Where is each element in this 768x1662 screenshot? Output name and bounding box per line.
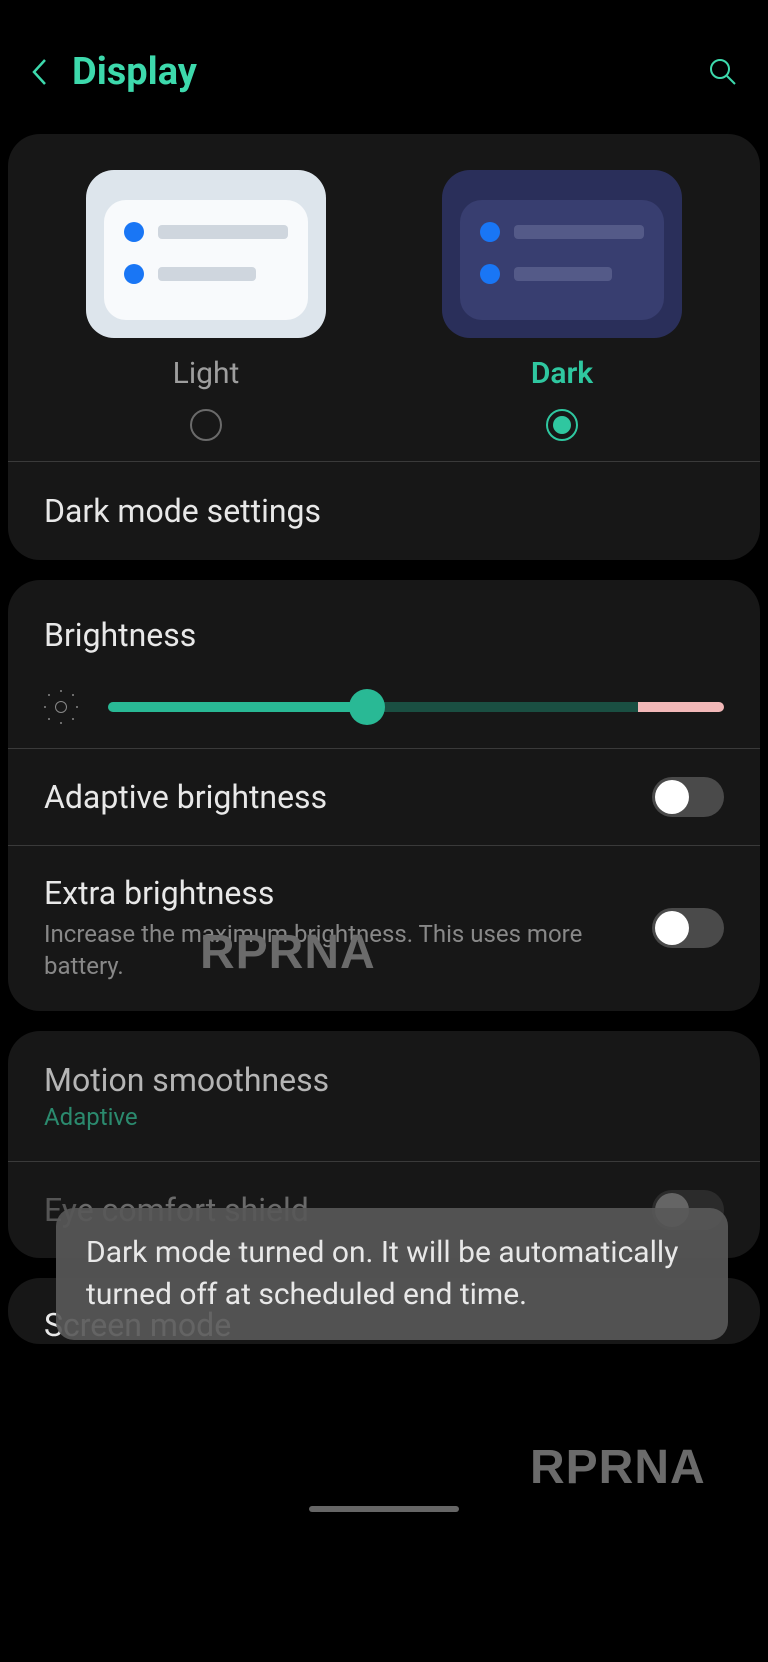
theme-option-dark[interactable]: Dark	[442, 170, 682, 441]
extra-brightness-label: Extra brightness	[44, 874, 652, 912]
page-title: Display	[72, 50, 197, 94]
brightness-section: Brightness	[8, 580, 760, 748]
motion-smoothness-value: Adaptive	[44, 1103, 724, 1131]
dark-mode-settings-label: Dark mode settings	[44, 492, 724, 530]
dark-label: Dark	[531, 356, 593, 391]
dark-preview-icon	[442, 170, 682, 338]
toast-notification: Dark mode turned on. It will be automati…	[56, 1208, 728, 1340]
brightness-title: Brightness	[44, 616, 724, 654]
brightness-slider-row	[44, 690, 724, 724]
brightness-slider[interactable]	[108, 702, 724, 712]
back-icon[interactable]	[30, 57, 48, 87]
light-preview-icon	[86, 170, 326, 338]
extra-brightness-item[interactable]: Extra brightness Increase the maximum br…	[8, 846, 760, 1011]
brightness-card: Brightness Adaptive brightness	[8, 580, 760, 1011]
light-radio[interactable]	[190, 409, 222, 441]
extra-brightness-subtitle: Increase the maximum brightness. This us…	[44, 918, 652, 983]
sun-icon	[44, 690, 78, 724]
motion-smoothness-item[interactable]: Motion smoothness Adaptive	[8, 1031, 760, 1161]
dark-radio[interactable]	[546, 409, 578, 441]
header-left: Display	[30, 50, 197, 94]
theme-selector: Light Dark	[8, 134, 760, 461]
adaptive-brightness-label: Adaptive brightness	[44, 778, 652, 816]
theme-option-light[interactable]: Light	[86, 170, 326, 441]
app-header: Display	[0, 0, 768, 124]
home-indicator[interactable]	[309, 1506, 459, 1512]
light-label: Light	[173, 356, 240, 391]
search-icon[interactable]	[708, 57, 738, 87]
dark-mode-settings-item[interactable]: Dark mode settings	[8, 462, 760, 560]
motion-smoothness-label: Motion smoothness	[44, 1061, 724, 1099]
watermark: RPRNA	[530, 1440, 706, 1495]
theme-card: Light Dark Dark mode settings	[8, 134, 760, 560]
adaptive-brightness-toggle[interactable]	[652, 777, 724, 817]
adaptive-brightness-item[interactable]: Adaptive brightness	[8, 749, 760, 845]
slider-thumb[interactable]	[349, 689, 385, 725]
toast-message: Dark mode turned on. It will be automati…	[86, 1235, 678, 1312]
extra-brightness-toggle[interactable]	[652, 908, 724, 948]
